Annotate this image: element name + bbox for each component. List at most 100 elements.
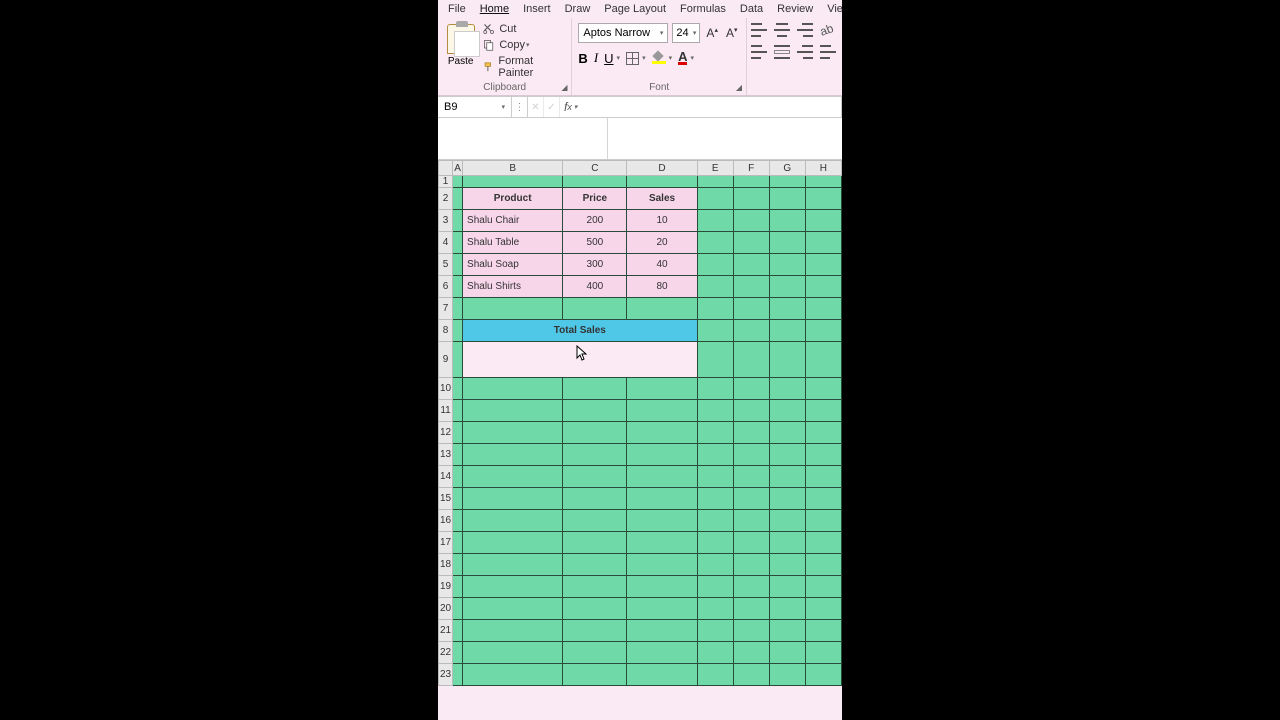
cell[interactable] [805,664,841,686]
cell[interactable] [453,554,463,576]
tab-insert[interactable]: Insert [523,3,551,15]
cell[interactable] [453,620,463,642]
formula-input[interactable] [581,97,841,117]
font-name-select[interactable]: Aptos Narrow ▾ [578,23,668,43]
cell[interactable] [805,444,841,466]
name-box[interactable]: B9 ▾ [438,97,512,117]
cell[interactable] [769,176,805,188]
cell[interactable] [733,342,769,378]
cell[interactable]: 20 [627,232,697,254]
cell[interactable] [805,298,841,320]
row-header[interactable]: 2 [439,188,453,210]
cell[interactable] [463,642,563,664]
cell[interactable] [563,554,627,576]
cell[interactable] [453,466,463,488]
cell[interactable] [453,422,463,444]
cell[interactable] [453,598,463,620]
cell[interactable] [697,276,733,298]
cell[interactable] [453,664,463,686]
cell[interactable] [563,422,627,444]
cell[interactable] [697,232,733,254]
cell[interactable] [453,232,463,254]
cell[interactable] [453,254,463,276]
cell[interactable] [805,176,841,188]
cell[interactable] [697,466,733,488]
column-header[interactable]: F [733,161,769,176]
cell[interactable] [453,276,463,298]
cell[interactable] [697,254,733,276]
cell[interactable] [463,554,563,576]
cell[interactable]: 80 [627,276,697,298]
cell[interactable] [805,254,841,276]
cell[interactable] [453,378,463,400]
tab-draw[interactable]: Draw [565,3,591,15]
row-header[interactable]: 1 [439,176,453,188]
cell[interactable] [805,342,841,378]
cell[interactable]: Price [563,188,627,210]
cell[interactable] [563,378,627,400]
cell[interactable] [805,378,841,400]
cell[interactable] [627,400,697,422]
cell[interactable] [733,210,769,232]
cell[interactable]: Sales [627,188,697,210]
cell[interactable] [769,342,805,378]
row-header[interactable]: 11 [439,400,453,422]
cell[interactable] [563,444,627,466]
cell[interactable] [769,378,805,400]
chevron-down-icon[interactable]: ▾ [617,54,621,62]
cell[interactable] [563,620,627,642]
row-header[interactable]: 21 [439,620,453,642]
cell[interactable] [463,400,563,422]
cell[interactable] [563,466,627,488]
cell[interactable] [733,488,769,510]
cell[interactable] [453,444,463,466]
cell[interactable] [463,576,563,598]
row-header[interactable]: 20 [439,598,453,620]
paste-button[interactable]: Paste [444,20,477,79]
cell[interactable]: Shalu Table [463,232,563,254]
decrease-font-button[interactable]: A▾ [724,26,740,40]
cell[interactable] [805,620,841,642]
chevron-down-icon[interactable]: ▾ [690,54,694,62]
cell[interactable] [463,532,563,554]
cell[interactable] [697,532,733,554]
cell[interactable] [769,444,805,466]
cell[interactable] [805,400,841,422]
cell[interactable]: Shalu Shirts [463,276,563,298]
row-header[interactable]: 4 [439,232,453,254]
cell[interactable] [697,642,733,664]
cell[interactable] [453,576,463,598]
cell[interactable] [805,320,841,342]
cell[interactable] [805,532,841,554]
tab-formulas[interactable]: Formulas [680,3,726,15]
dialog-launcher-icon[interactable]: ◢ [559,83,569,93]
cell[interactable] [563,664,627,686]
cell[interactable]: 300 [563,254,627,276]
cell[interactable] [463,378,563,400]
cell[interactable] [563,298,627,320]
cell[interactable] [769,400,805,422]
cell[interactable] [453,210,463,232]
row-header[interactable]: 10 [439,378,453,400]
cell[interactable] [805,188,841,210]
cell[interactable] [463,510,563,532]
cell[interactable]: 10 [627,210,697,232]
cell[interactable] [453,532,463,554]
column-header[interactable]: H [805,161,841,176]
cell[interactable] [697,488,733,510]
format-painter-button[interactable]: Format Painter [483,55,565,79]
cell[interactable] [733,620,769,642]
cell[interactable] [805,422,841,444]
column-header[interactable]: E [697,161,733,176]
spreadsheet-grid[interactable]: ABCDEFGH12ProductPriceSales3Shalu Chair2… [438,160,842,720]
cell[interactable] [805,554,841,576]
cell[interactable] [733,176,769,188]
row-header[interactable]: 16 [439,510,453,532]
cell[interactable] [627,444,697,466]
cell[interactable] [733,598,769,620]
cell[interactable] [463,620,563,642]
cell[interactable] [463,598,563,620]
cell[interactable]: Product [463,188,563,210]
row-header[interactable]: 14 [439,466,453,488]
cell[interactable] [769,620,805,642]
